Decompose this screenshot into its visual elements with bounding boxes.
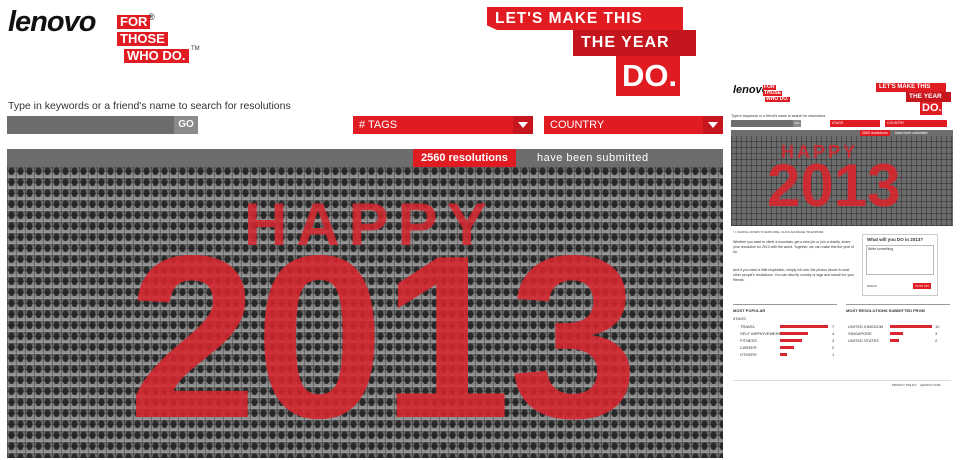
preview-country-bar [890,339,899,342]
tagline-those: THOSE [117,32,168,46]
preview-scroll-hint: >> SCROLL DOWN TO EXPLORE. CLICK AN IMAG… [733,230,824,234]
tagline-for: FOR [117,15,151,29]
preview-popular-bar [780,332,808,335]
preview-popular-value: 3 [832,338,835,343]
preview-divider [846,304,950,305]
preview-privacy-link: PRIVACY POLICY [892,383,917,387]
preview-country-bar [890,325,932,328]
chevron-down-icon [703,116,723,134]
preview-site-link: LENOVO.COM [920,383,941,387]
page-preview: lenovo FOR THOSE WHO DO. LET'S MAKE THIS… [730,80,955,400]
preview-popular-value: 4 [832,331,835,336]
preview-country-label: UNITED KINGDOM [848,324,884,329]
preview-popular-label: SELF IMPROVEMENT [740,331,781,336]
country-dropdown[interactable]: COUNTRY [544,116,723,134]
preview-campaign-line-1: LET'S MAKE THIS [876,83,946,92]
page: lenovo ® FOR THOSE WHO DO. TM LET'S MAKE… [0,0,960,460]
tags-dropdown[interactable]: # TAGS [353,116,533,134]
preview-popular-value: 2 [832,345,835,350]
campaign-line-2: THE YEAR OF [573,30,696,77]
preview-popular-bar [780,339,802,342]
preview-country-value: 3 [935,331,938,336]
preview-country-value: 10 [935,324,940,329]
preview-search-input [731,120,793,127]
preview-popular-bar [780,325,828,328]
preview-popular-label: OTHERS [740,352,757,357]
tags-dropdown-label: # TAGS [359,119,398,131]
preview-campaign-line-3: DO. [920,102,942,115]
preview-tagline-who-do: WHO DO. [765,96,790,102]
tagline-who-do: WHO DO. [124,49,189,63]
preview-country-value: 2 [935,338,938,343]
preview-form-placeholder: Write something [868,247,894,251]
resolution-count-suffix: have been submitted [537,152,649,164]
preview-footer-divider [733,380,951,381]
campaign-line-1: LET'S MAKE THIS [487,7,683,30]
preview-year: 2013 [767,152,901,219]
preview-popular-title: MOST POPULAR [733,308,766,313]
preview-go-button: GO [793,120,801,127]
preview-form-title: What will you DO in 2013? [867,237,924,242]
trademark-mark: TM [191,46,200,52]
preview-search-label: Type in keywords or a friend's name to s… [731,114,826,118]
preview-country-label: UNITED STATES [848,338,879,343]
preview-country-label: SINGAPORE [848,331,872,336]
preview-countries-title: MOST RESOLUTIONS SUBMITTED FROM [846,308,925,313]
preview-popular-bar [780,353,787,356]
preview-intro-1: Whether you want to climb a mountain, ge… [733,240,854,254]
preview-country-dropdown: COUNTRY [885,120,947,127]
preview-campaign-line-2: THE YEAR OF [906,92,951,110]
preview-mosaic: HAPPY 2013 [731,136,953,226]
preview-intro-2: And if you need a little inspiration, si… [733,268,855,282]
preview-popular-value: 1 [832,352,835,357]
preview-popular-label: CAREER [740,345,757,350]
chevron-down-icon [513,116,533,134]
preview-form-tag: #TAGS [867,284,877,288]
preview-popular-label: TRAVEL [740,324,756,329]
lenovo-logo[interactable]: lenovo [8,6,96,39]
preview-popular-label: FITNESS [740,338,757,343]
preview-post-button: POST ON [913,283,931,289]
country-dropdown-label: COUNTRY [550,119,605,131]
go-button[interactable]: GO [174,116,198,134]
resolution-count: 2560 resolutions [413,149,516,167]
preview-popular-value: 7 [832,324,835,329]
year-heading: 2013 [128,208,638,460]
preview-tags-dropdown: #TAGS [830,120,880,127]
search-input[interactable] [7,116,174,134]
preview-divider [733,304,837,305]
preview-tags-heading: #TAGS [733,316,746,321]
preview-country-bar [890,332,903,335]
preview-popular-bar [780,346,794,349]
search-label: Type in keywords or a friend's name to s… [8,100,291,112]
campaign-line-3: DO. [616,56,680,96]
